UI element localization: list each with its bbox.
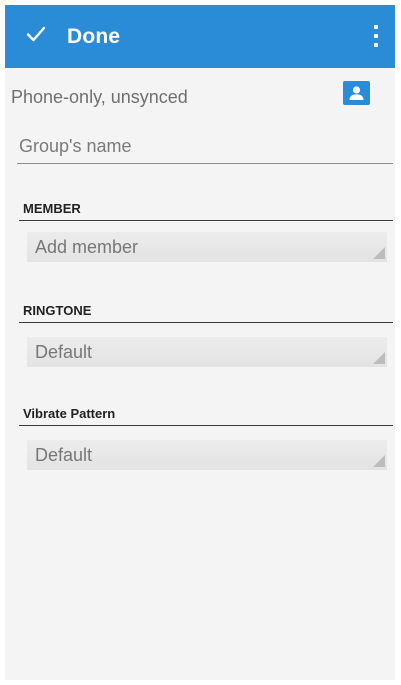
dropdown-arrow-icon	[373, 455, 385, 467]
dropdown-arrow-icon	[373, 352, 385, 364]
member-header-label: MEMBER	[23, 201, 81, 216]
vibrate-section-header: Vibrate Pattern	[19, 405, 393, 426]
ringtone-value: Default	[35, 342, 93, 362]
add-member-text: Add member	[35, 237, 139, 257]
action-bar: Done	[5, 5, 395, 68]
add-member-spinner[interactable]: Add member	[27, 232, 387, 262]
ringtone-section-header: RINGTONE	[19, 302, 393, 323]
done-button[interactable]: Done	[5, 5, 155, 68]
screen: Done Phone-only, unsynced MEMBER Add mem…	[5, 5, 395, 680]
account-row[interactable]: Phone-only, unsynced	[5, 68, 395, 120]
done-label: Done	[67, 25, 121, 48]
member-section-header: MEMBER	[19, 200, 393, 221]
vibrate-pattern-value: Default	[35, 445, 93, 465]
vibrate-header-label: Vibrate Pattern	[23, 406, 116, 421]
group-name-input[interactable]	[19, 136, 379, 157]
contact-card-icon	[343, 81, 370, 105]
dropdown-arrow-icon	[373, 247, 385, 259]
overflow-menu-button[interactable]	[365, 19, 387, 53]
ringtone-header-label: RINGTONE	[23, 303, 92, 318]
ringtone-spinner[interactable]: Default	[27, 337, 387, 367]
group-name-field[interactable]	[17, 133, 393, 164]
check-icon	[26, 26, 46, 42]
vibrate-pattern-spinner[interactable]: Default	[27, 440, 387, 470]
account-label: Phone-only, unsynced	[11, 87, 188, 107]
